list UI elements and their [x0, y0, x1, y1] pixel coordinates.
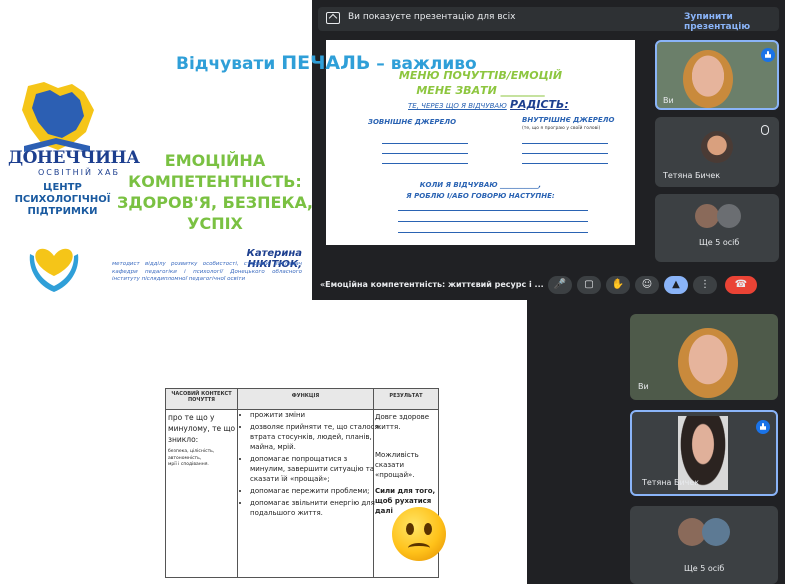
more-participants-tile[interactable]: Ще 5 осіб [655, 194, 779, 262]
logo-subtitle: ОСВІТНІЙ ХАБ [38, 168, 120, 177]
list-item: допомагає пережити проблеми; [250, 486, 384, 496]
answer-line [522, 153, 608, 154]
present-to-all-icon [326, 12, 340, 24]
participant-video [683, 50, 733, 108]
context-details: безпека, цілісність, автономність, мрії … [168, 449, 215, 467]
meet-window: Ви показуєте презентацію для всіх Зупини… [312, 0, 785, 300]
internal-source-note: (те, що я програю у своїй голові) [522, 126, 601, 131]
participant-tile-self[interactable]: Ви [630, 314, 778, 400]
participant-avatar [702, 518, 730, 546]
feel-line: ТЕ, ЧЕРЕЗ ЩО Я ВІДЧУВАЮ [408, 102, 507, 110]
participant-avatar [717, 204, 741, 228]
more-participants-tile[interactable]: Ще 5 осіб [630, 506, 778, 584]
function-list: прожити зміни дозволяє прийняти те, що с… [238, 410, 384, 518]
participant-name: Тетяна Бичек [642, 478, 700, 487]
presenting-banner: Ви показуєте презентацію для всіх Зупини… [318, 7, 779, 32]
raise-hand-button[interactable]: ✋ [606, 276, 630, 294]
sad-face-icon [392, 507, 446, 561]
title-slide: ДОНЕЧЧИНА ОСВІТНІЙ ХАБ ЦЕНТР ПСИХОЛОГІЧН… [0, 0, 313, 300]
list-item: дозволяє прийняти те, що сталося: втрата… [250, 422, 384, 452]
answer-line [398, 232, 588, 233]
answer-line [398, 210, 588, 211]
speaking-indicator-icon [761, 48, 775, 62]
participant-name: Тетяна Бичек [663, 171, 721, 180]
title-suffix: – важливо [370, 54, 477, 74]
sadness-slide-title: Відчувати ПЕЧАЛЬ – важливо [176, 52, 477, 74]
camera-button[interactable]: ▢ [577, 276, 601, 294]
eye-icon [424, 523, 432, 535]
answer-line [382, 163, 468, 164]
answer-line [522, 143, 608, 144]
heart-hands-icon [29, 248, 79, 292]
mic-off-icon [761, 125, 769, 135]
list-item: допомагає звільнити енергію для подальшо… [250, 498, 384, 518]
more-options-button[interactable]: ⋮ [693, 276, 717, 294]
table-header: РЕЗУЛЬТАТ [374, 389, 438, 409]
donechchyna-logo-icon [22, 82, 94, 152]
answer-line [382, 143, 468, 144]
external-source-label: ЗОВНІШНЄ ДЖЕРЕЛО [368, 118, 457, 126]
emoji-button[interactable]: ☺ [635, 276, 659, 294]
result-item: Довге здорове життя. [375, 413, 430, 431]
presenting-text: Ви показуєте презентацію для всіх [348, 12, 516, 22]
context-text: про те що у минулому, те що зникло: [168, 413, 236, 444]
answer-line [398, 221, 588, 222]
participant-name: Ви [663, 96, 674, 105]
author-description: методист відділу розвитку особистості, с… [112, 261, 302, 282]
mic-button[interactable]: 🎤 [548, 276, 572, 294]
participant-avatar [701, 131, 733, 163]
list-item: допомагає попрощатися з минулим, заверши… [250, 454, 384, 484]
presentation-title: ЕМОЦІЙНА КОМПЕТЕНТНІСТЬ: ЗДОРОВ'Я, БЕЗПЕ… [117, 151, 313, 233]
end-call-button[interactable]: ☎ [725, 276, 757, 294]
meet-participants-column: Ви Тетяна Бичек Ще 5 осіб [527, 300, 785, 584]
participant-tile-self[interactable]: Ви [655, 40, 779, 110]
table-header: ФУНКЦІЯ [238, 389, 374, 409]
title-prefix: Відчувати [176, 54, 282, 74]
participant-tile-active[interactable]: Тетяна Бичек [630, 410, 778, 496]
participant-name: Ви [638, 382, 649, 391]
more-participants-label: Ще 5 осіб [684, 564, 725, 573]
participant-video [678, 328, 738, 398]
meeting-title: «Емоційна компетентність: життєвий ресур… [320, 280, 544, 289]
list-item: прожити зміни [250, 410, 384, 420]
title-emphasis: ПЕЧАЛЬ [281, 52, 371, 74]
answer-line [382, 153, 468, 154]
result-item: Можливість сказати «прощай». [375, 451, 419, 479]
participant-tile[interactable]: Тетяна Бичек [655, 117, 779, 187]
answer-line [522, 163, 608, 164]
eye-icon [406, 523, 414, 535]
internal-source-label: ВНУТРІШНЄ ДЖЕРЕЛО [522, 116, 615, 124]
speaking-indicator-icon [756, 420, 770, 434]
more-participants-label: Ще 5 осіб [699, 238, 740, 247]
when-line: КОЛИ Я ВІДЧУВАЮ ___________, [419, 181, 542, 189]
stop-presenting-button[interactable]: Зупинити презентацію [684, 12, 779, 32]
center-name: ЦЕНТР ПСИХОЛОГІЧНОЇ ПІДТРИМКИ [14, 182, 111, 217]
table-header: ЧАСОВИЙ КОНТЕКСТ ПОЧУТТЯ [166, 389, 238, 409]
mouth-icon [408, 543, 430, 553]
then-line: Я РОБЛЮ І/АБО ГОВОРЮ НАСТУПНЕ: [406, 192, 555, 200]
joy-word: РАДІСТЬ: [510, 98, 569, 111]
present-button[interactable]: ▲ [664, 276, 688, 294]
participant-avatar [695, 204, 719, 228]
